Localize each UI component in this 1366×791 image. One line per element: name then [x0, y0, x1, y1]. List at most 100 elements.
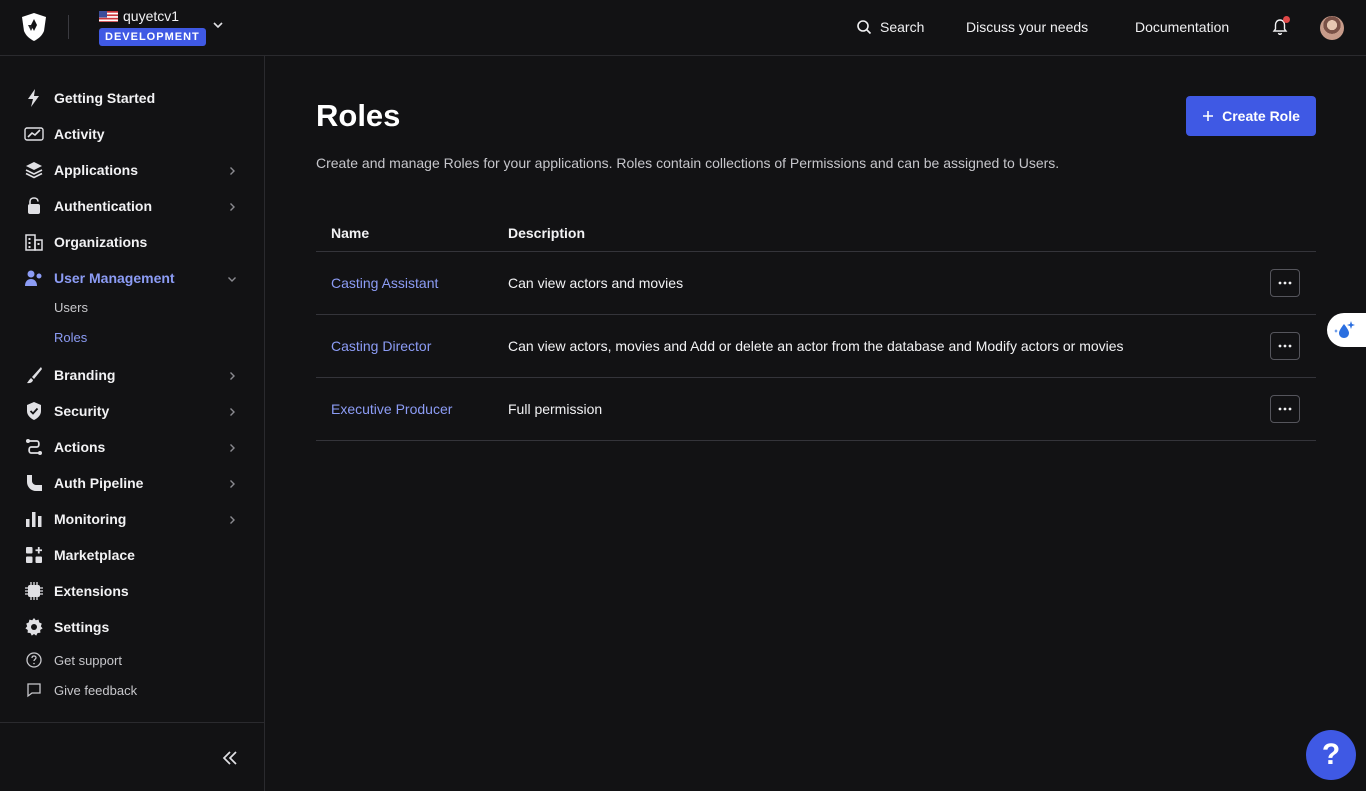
chevron-right-icon[interactable] — [226, 477, 238, 489]
sidebar-item-actions[interactable]: Actions — [0, 433, 264, 461]
chevron-down-icon[interactable] — [226, 272, 238, 284]
chevron-right-icon[interactable] — [226, 200, 238, 212]
sidebar-item-label: Organizations — [54, 234, 148, 250]
discuss-needs-link[interactable]: Discuss your needs — [966, 19, 1088, 35]
bar-chart-icon — [24, 509, 44, 529]
user-avatar[interactable] — [1320, 16, 1344, 40]
create-role-label: Create Role — [1222, 108, 1300, 124]
plus-icon — [1203, 111, 1214, 121]
sidebar-item-branding[interactable]: Branding — [0, 361, 264, 389]
sidebar-item-label: Activity — [54, 126, 105, 142]
sidebar-item-label: User Management — [54, 270, 175, 286]
pipeline-icon — [24, 473, 44, 493]
give-feedback-label: Give feedback — [54, 682, 138, 698]
sparkle-drop-icon — [1334, 321, 1355, 338]
chevron-right-icon[interactable] — [226, 441, 238, 453]
layers-icon — [24, 160, 44, 180]
discuss-label: Discuss your needs — [966, 19, 1089, 35]
sidebar-item-label: Marketplace — [54, 547, 135, 563]
page-description: Create and manage Roles for your applica… — [316, 155, 1060, 171]
table-row: Casting Director Can view actors, movies … — [316, 315, 1316, 378]
auth0-logo-icon[interactable] — [20, 12, 48, 42]
sidebar-item-auth-pipeline[interactable]: Auth Pipeline — [0, 469, 264, 497]
column-header-description: Description — [508, 225, 586, 241]
chevron-right-icon[interactable] — [226, 369, 238, 381]
search-button[interactable]: Search — [856, 19, 924, 35]
notification-dot — [1283, 16, 1290, 23]
sidebar-item-monitoring[interactable]: Monitoring — [0, 505, 264, 533]
page-title: Roles — [316, 98, 401, 133]
sidebar-item-label: Monitoring — [54, 511, 127, 527]
sidebar-item-organizations[interactable]: Organizations — [0, 228, 264, 256]
row-more-actions-button[interactable] — [1270, 269, 1300, 297]
bolt-icon — [24, 88, 44, 108]
help-button[interactable]: ? — [1306, 730, 1356, 780]
get-support-label: Get support — [54, 652, 122, 668]
chip-icon — [24, 581, 44, 601]
sidebar-item-security[interactable]: Security — [0, 397, 264, 425]
help-button-label: ? — [1321, 738, 1341, 771]
role-name-link[interactable]: Casting Assistant — [331, 275, 438, 291]
sidebar-item-activity[interactable]: Activity — [0, 120, 264, 148]
sidebar-item-label: Settings — [54, 619, 110, 635]
question-circle-icon — [26, 652, 42, 668]
column-header-name: Name — [331, 225, 370, 241]
table-body: Casting Assistant Can view actors and mov… — [316, 252, 1316, 441]
table-row: Executive Producer Full permission — [316, 378, 1316, 441]
sidebar-item-label: Actions — [54, 439, 106, 455]
chevron-right-icon[interactable] — [226, 513, 238, 525]
gear-icon — [24, 617, 44, 637]
sidebar-item-user-management[interactable]: User Management — [0, 264, 264, 292]
assistant-widget[interactable] — [1327, 313, 1366, 347]
top-divider — [68, 15, 69, 39]
chevron-down-icon[interactable] — [211, 18, 225, 32]
sidebar-item-settings[interactable]: Settings — [0, 613, 264, 641]
sidebar-item-authentication[interactable]: Authentication — [0, 192, 264, 220]
get-support-link[interactable]: Get support — [0, 648, 264, 672]
main-content: Roles Create Role Create and manage Role… — [265, 56, 1366, 791]
sidebar-item-getting-started[interactable]: Getting Started — [0, 84, 264, 112]
us-flag-icon — [99, 10, 118, 22]
docs-label: Documentation — [1135, 19, 1230, 35]
sidebar-subitem-roles[interactable]: Roles — [54, 330, 87, 345]
tenant-switcher[interactable]: quyetcv1 DEVELOPMENT — [99, 8, 206, 46]
flow-icon — [24, 437, 44, 457]
trend-chart-icon — [24, 124, 44, 144]
sidebar-item-marketplace[interactable]: Marketplace — [0, 541, 264, 569]
collapse-sidebar-icon[interactable] — [220, 749, 240, 767]
sidebar-item-label: Authentication — [54, 198, 152, 214]
chevron-right-icon[interactable] — [226, 405, 238, 417]
grid-plus-icon — [24, 545, 44, 565]
documentation-link[interactable]: Documentation — [1135, 19, 1229, 35]
chevron-right-icon[interactable] — [226, 164, 238, 176]
sidebar-item-label: Branding — [54, 367, 116, 383]
sidebar-bottom — [0, 722, 264, 791]
sidebar-item-label: Auth Pipeline — [54, 475, 144, 491]
sidebar-item-applications[interactable]: Applications — [0, 156, 264, 184]
search-label: Search — [880, 19, 925, 35]
more-horizontal-icon — [1278, 344, 1292, 348]
sidebar-item-extensions[interactable]: Extensions — [0, 577, 264, 605]
tenant-name: quyetcv1 — [123, 8, 180, 24]
more-horizontal-icon — [1278, 281, 1292, 285]
role-name-link[interactable]: Executive Producer — [331, 401, 452, 417]
sidebar-item-label: Security — [54, 403, 110, 419]
sidebar-item-label: Getting Started — [54, 90, 156, 106]
sidebar-subitem-users[interactable]: Users — [54, 300, 88, 315]
lock-icon — [24, 196, 44, 216]
top-bar: quyetcv1 DEVELOPMENT Search Discuss your… — [0, 0, 1366, 56]
give-feedback-link[interactable]: Give feedback — [0, 678, 264, 702]
users-icon — [24, 268, 44, 288]
roles-table: Name Description Casting Assistant Can vi… — [316, 216, 1316, 441]
role-description: Can view actors, movies and Add or delet… — [508, 338, 1124, 354]
sidebar: Getting Started Activity Applications Authe… — [0, 56, 265, 791]
role-description: Full permission — [508, 401, 603, 417]
role-name-link[interactable]: Casting Director — [331, 338, 431, 354]
sidebar-item-label: Applications — [54, 162, 139, 178]
row-more-actions-button[interactable] — [1270, 332, 1300, 360]
create-role-button[interactable]: Create Role — [1186, 96, 1316, 136]
environment-badge: DEVELOPMENT — [99, 28, 206, 46]
row-more-actions-button[interactable] — [1270, 395, 1300, 423]
role-description: Can view actors and movies — [508, 275, 684, 291]
table-row: Casting Assistant Can view actors and mov… — [316, 252, 1316, 315]
